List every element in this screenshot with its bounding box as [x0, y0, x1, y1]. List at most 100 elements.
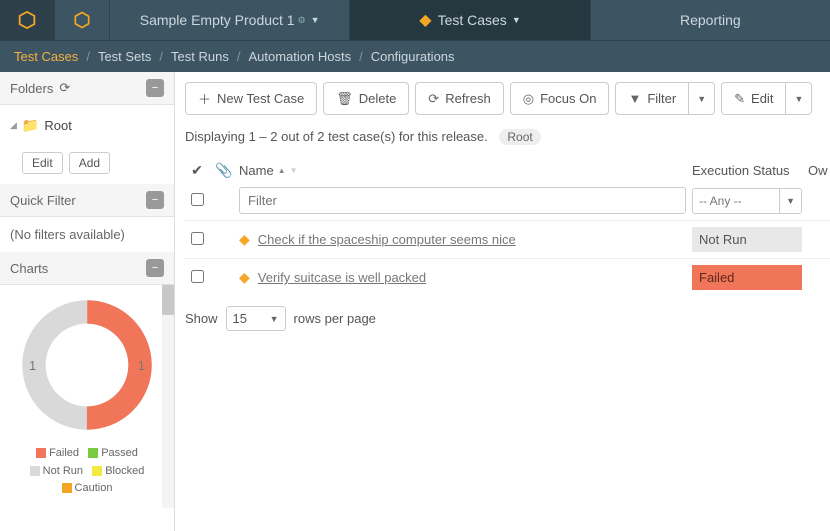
col-owner[interactable]: Ow	[808, 163, 830, 178]
scrollbar-track[interactable]	[162, 285, 174, 508]
legend-swatch-blocked	[92, 466, 102, 476]
collapse-charts-button[interactable]: −	[146, 259, 164, 277]
edit-button[interactable]: ✎Edit	[721, 82, 786, 115]
subnav-automation-hosts[interactable]: Automation Hosts	[248, 49, 351, 64]
workspace-selector[interactable]	[55, 0, 110, 40]
chart-container: 1 1 Failed Passed Not Run Blocked Cautio…	[0, 285, 174, 508]
tree-twisty-icon[interactable]: ◢	[10, 120, 17, 131]
cube-icon: ◆	[239, 269, 250, 286]
select-all-checkbox[interactable]	[191, 193, 204, 206]
product-name: Sample Empty Product 1	[140, 12, 295, 28]
refresh-button[interactable]: ⟳Refresh	[415, 82, 503, 115]
app-logo[interactable]	[0, 0, 55, 40]
tc-label: Test Cases	[438, 12, 507, 28]
toolbar: ＋New Test Case 🗑Delete ⟳Refresh ◎Focus O…	[185, 82, 830, 115]
sort-asc-icon: ▲	[278, 166, 286, 175]
table-row: ◆ Verify suitcase is well packed Failed	[185, 258, 830, 296]
product-selector[interactable]: Sample Empty Product 1 ⚙ ▼	[110, 0, 350, 40]
pager-show-label: Show	[185, 311, 218, 326]
chevron-down-icon: ▼	[270, 314, 279, 324]
sub-nav: Test Cases / Test Sets / Test Runs / Aut…	[0, 40, 830, 72]
col-check: ✔	[185, 162, 209, 179]
subnav-configurations[interactable]: Configurations	[371, 49, 455, 64]
collapse-quickfilter-button[interactable]: −	[146, 191, 164, 209]
chevron-down-icon: ▼	[697, 94, 706, 104]
summary-bar: Displaying 1 – 2 out of 2 test case(s) f…	[185, 129, 830, 144]
col-exec-status[interactable]: Execution Status	[692, 163, 802, 178]
edit-icon: ✎	[734, 91, 745, 107]
charts-panel-header: Charts −	[0, 252, 174, 285]
pager: Show 15 ▼ rows per page	[185, 296, 830, 341]
test-cases-menu[interactable]: ◆ Test Cases ▼	[350, 0, 590, 40]
donut-label-right: 1	[138, 358, 145, 373]
focus-on-button[interactable]: ◎Focus On	[510, 82, 610, 115]
delete-button[interactable]: 🗑Delete	[323, 82, 409, 115]
hexagon-icon	[72, 10, 92, 30]
trash-icon: 🗑	[336, 91, 353, 107]
content-area: ＋New Test Case 🗑Delete ⟳Refresh ◎Focus O…	[175, 72, 830, 531]
chevron-down-icon: ▼	[794, 94, 803, 104]
summary-badge: Root	[499, 129, 540, 145]
subnav-test-sets[interactable]: Test Sets	[98, 49, 151, 64]
plus-icon: ＋	[198, 89, 211, 108]
cube-icon: ◆	[239, 231, 250, 248]
donut-chart: 1 1	[17, 295, 157, 435]
row-checkbox[interactable]	[191, 232, 204, 245]
folders-panel-header: Folders ⟳ −	[0, 72, 174, 105]
refresh-icon: ⟳	[428, 91, 439, 107]
cube-logo-icon	[16, 9, 38, 31]
reporting-menu[interactable]: Reporting	[591, 0, 830, 40]
quickfilter-title: Quick Filter	[10, 193, 76, 208]
table-row: ◆ Check if the spaceship computer seems n…	[185, 220, 830, 258]
subnav-test-runs[interactable]: Test Runs	[171, 49, 229, 64]
exec-filter-select[interactable]: -- Any --	[692, 188, 780, 214]
exec-filter-dropdown[interactable]: ▼	[780, 188, 802, 214]
chevron-down-icon: ▼	[311, 15, 320, 25]
edit-folder-button[interactable]: Edit	[22, 152, 63, 174]
test-case-link[interactable]: Check if the spaceship computer seems ni…	[258, 232, 516, 247]
col-name[interactable]: Name ▲ ▼	[239, 163, 686, 178]
new-test-case-button[interactable]: ＋New Test Case	[185, 82, 317, 115]
grid-filter-row: -- Any -- ▼	[185, 187, 830, 214]
exec-status-cell: Not Run	[692, 227, 802, 252]
grid-header: ✔ 📎 Name ▲ ▼ Execution Status Ow	[185, 158, 830, 187]
focus-icon: ◎	[523, 91, 534, 107]
name-filter-input[interactable]	[239, 187, 686, 214]
folders-title: Folders	[10, 81, 53, 96]
charts-title: Charts	[10, 261, 48, 276]
quickfilter-panel-header: Quick Filter −	[0, 184, 174, 217]
topbar: Sample Empty Product 1 ⚙ ▼ ◆ Test Cases …	[0, 0, 830, 40]
filter-button[interactable]: ▼Filter	[615, 82, 689, 115]
test-case-link[interactable]: Verify suitcase is well packed	[258, 270, 426, 285]
subnav-test-cases[interactable]: Test Cases	[14, 49, 78, 64]
edit-button-group: ✎Edit ▼	[721, 82, 812, 115]
exec-status-cell: Failed	[692, 265, 802, 290]
filter-dropdown[interactable]: ▼	[689, 82, 715, 115]
add-folder-button[interactable]: Add	[69, 152, 110, 174]
refresh-icon[interactable]: ⟳	[59, 80, 70, 96]
filter-button-group: ▼Filter ▼	[615, 82, 715, 115]
legend-swatch-caution	[62, 483, 72, 493]
collapse-folders-button[interactable]: −	[146, 79, 164, 97]
reporting-label: Reporting	[680, 12, 741, 28]
folder-icon: 📁	[22, 117, 39, 134]
gear-icon: ⚙	[298, 15, 306, 26]
scrollbar-thumb[interactable]	[162, 285, 174, 315]
legend-swatch-notrun	[30, 466, 40, 476]
sidebar: Folders ⟳ − ◢ 📁 Root Edit Add Quick Filt…	[0, 72, 175, 531]
summary-text: Displaying 1 – 2 out of 2 test case(s) f…	[185, 129, 488, 144]
sort-desc-icon: ▼	[290, 166, 298, 175]
quickfilter-body: (No filters available)	[0, 217, 174, 252]
folder-tree: ◢ 📁 Root	[0, 105, 174, 146]
row-checkbox[interactable]	[191, 270, 204, 283]
grid-rows: ◆ Check if the spaceship computer seems n…	[185, 220, 830, 296]
legend-swatch-failed	[36, 448, 46, 458]
rows-per-page-select[interactable]: 15 ▼	[226, 306, 286, 331]
tree-root-node[interactable]: ◢ 📁 Root	[10, 113, 164, 138]
legend-swatch-passed	[88, 448, 98, 458]
edit-dropdown[interactable]: ▼	[786, 82, 812, 115]
filter-icon: ▼	[628, 91, 641, 106]
col-attach-icon: 📎	[215, 162, 233, 179]
pager-suffix: rows per page	[294, 311, 376, 326]
cube-icon: ◆	[419, 10, 431, 30]
